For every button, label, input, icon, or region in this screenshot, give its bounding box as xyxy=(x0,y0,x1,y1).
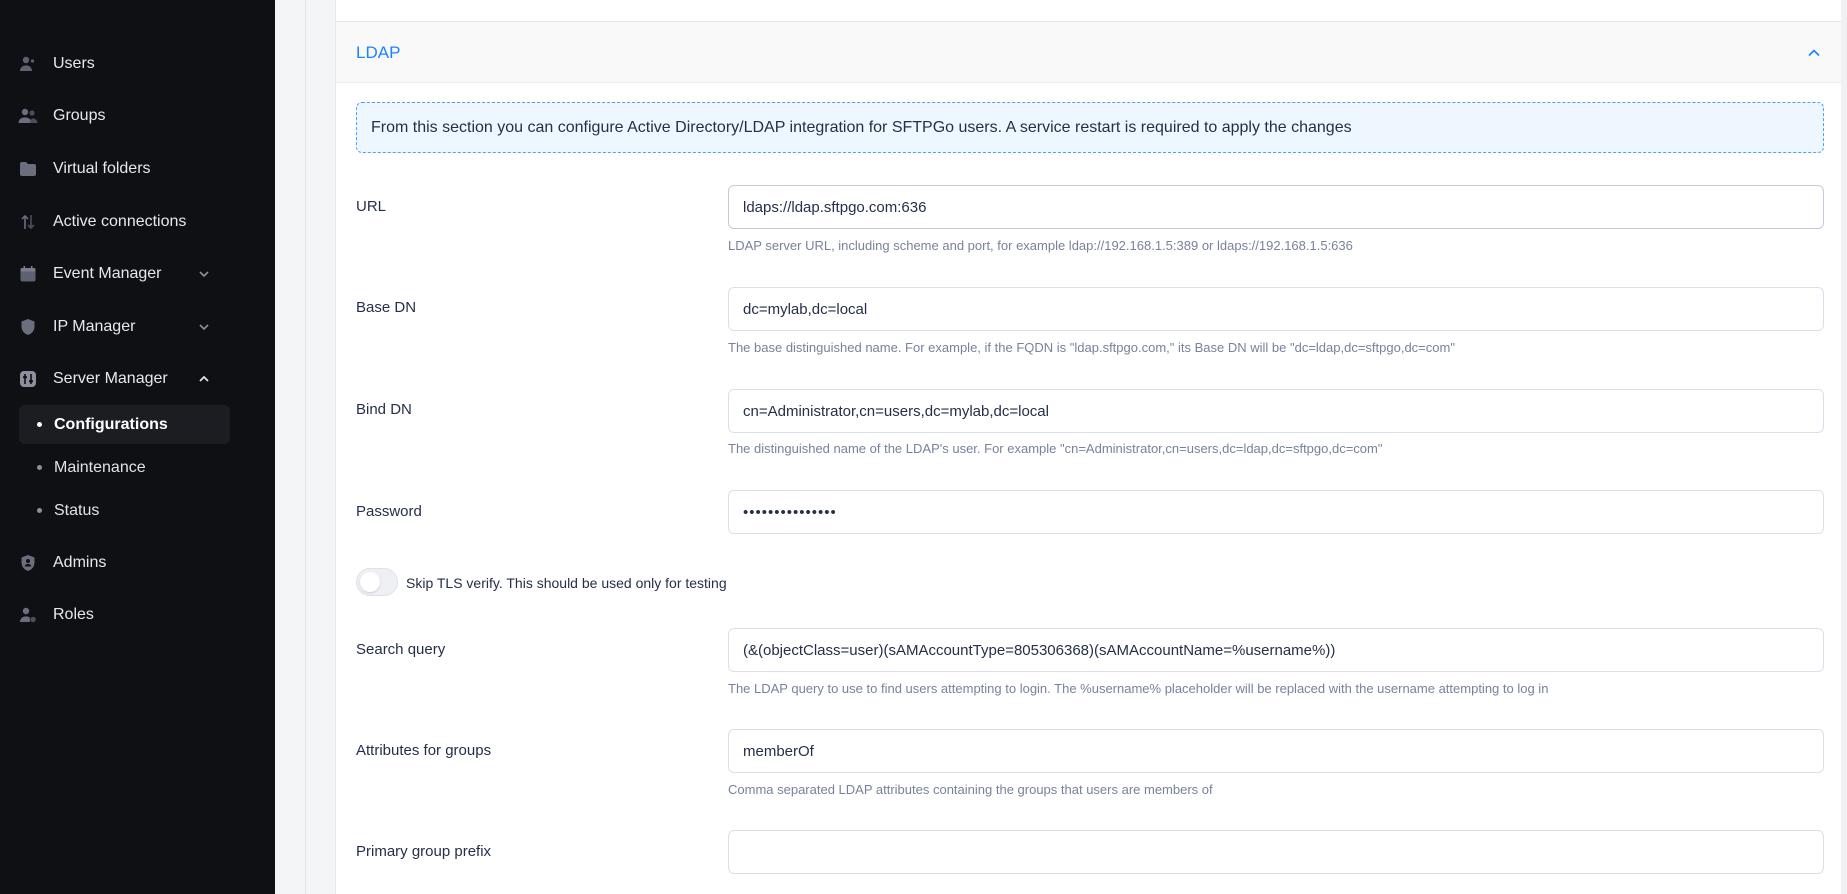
sidebar-item-label: IP Manager xyxy=(53,318,136,335)
skip-tls-label: Skip TLS verify. This should be used onl… xyxy=(406,575,727,591)
sidebar-item-active-connections[interactable]: Active connections xyxy=(18,202,228,242)
sidebar-item-label: Admins xyxy=(53,554,107,571)
chevron-up-icon xyxy=(199,375,209,382)
sidebar-item-users[interactable]: Users xyxy=(18,44,228,84)
search-query-hint: The LDAP query to use to find users atte… xyxy=(728,681,1549,696)
sidebar-item-groups[interactable]: Groups xyxy=(18,96,228,136)
sidebar-item-label: Server Manager xyxy=(53,370,168,387)
folder-icon xyxy=(18,159,38,179)
search-query-input[interactable] xyxy=(728,628,1824,672)
password-input[interactable] xyxy=(728,490,1824,534)
sliders-icon xyxy=(18,369,38,389)
sidebar-item-server-manager[interactable]: Server Manager xyxy=(18,359,228,399)
bullet-icon xyxy=(37,422,42,427)
sidebar-item-label: Virtual folders xyxy=(53,160,151,177)
section-title: LDAP xyxy=(356,43,401,62)
group-attributes-input[interactable] xyxy=(728,729,1824,773)
sidebar-item-label: Roles xyxy=(53,606,94,623)
sidebar-subitem-label: Maintenance xyxy=(54,458,146,476)
shield-user-icon xyxy=(18,553,38,573)
config-card: LDAP From this section you can configure… xyxy=(335,0,1847,894)
bullet-icon xyxy=(37,508,42,513)
sidebar-item-roles[interactable]: Roles xyxy=(18,595,228,635)
info-alert: From this section you can configure Acti… xyxy=(356,102,1824,153)
base-dn-hint: The base distinguished name. For example… xyxy=(728,340,1455,355)
scrollbar-track[interactable] xyxy=(1841,0,1847,894)
base-dn-label: Base DN xyxy=(356,299,417,316)
url-label: URL xyxy=(356,198,387,215)
sidebar-subitem-configurations[interactable]: Configurations xyxy=(19,405,230,444)
sidebar-subitem-label: Configurations xyxy=(54,415,168,433)
primary-group-prefix-input[interactable] xyxy=(728,830,1824,874)
group-attributes-label: Attributes for groups xyxy=(356,742,492,759)
ldap-section-header[interactable]: LDAP xyxy=(336,22,1847,83)
previous-section-edge xyxy=(336,0,1847,22)
shield-icon xyxy=(18,317,38,337)
content-border xyxy=(305,0,306,894)
url-hint: LDAP server URL, including scheme and po… xyxy=(728,238,1353,253)
sidebar-item-label: Users xyxy=(53,55,95,72)
sidebar-subitem-status[interactable]: Status xyxy=(19,491,230,530)
group-attributes-hint: Comma separated LDAP attributes containi… xyxy=(728,782,1213,797)
skip-tls-toggle[interactable] xyxy=(356,568,398,596)
bullet-icon xyxy=(37,465,42,470)
primary-group-prefix-label: Primary group prefix xyxy=(356,843,492,860)
sidebar-item-label: Event Manager xyxy=(53,265,162,282)
sidebar-item-ip-manager[interactable]: IP Manager xyxy=(18,307,228,347)
info-text: From this section you can configure Acti… xyxy=(371,118,1352,136)
group-icon xyxy=(18,106,38,126)
calendar-icon xyxy=(18,264,38,284)
sidebar-item-event-manager[interactable]: Event Manager xyxy=(18,254,228,294)
base-dn-input[interactable] xyxy=(728,287,1824,331)
sidebar-item-virtual-folders[interactable]: Virtual folders xyxy=(18,149,228,189)
chevron-down-icon xyxy=(199,271,209,278)
sidebar-subitem-label: Status xyxy=(54,501,100,519)
url-input[interactable] xyxy=(728,185,1824,229)
sidebar-item-admins[interactable]: Admins xyxy=(18,543,228,583)
chevron-down-icon xyxy=(199,324,209,331)
bind-dn-hint: The distinguished name of the LDAP's use… xyxy=(728,441,1383,456)
bind-dn-label: Bind DN xyxy=(356,401,412,418)
bind-dn-input[interactable] xyxy=(728,389,1824,433)
chevron-up-icon[interactable] xyxy=(1806,45,1822,61)
arrows-icon xyxy=(18,212,38,232)
sidebar: Users Groups Virtual folders Active conn… xyxy=(0,0,275,894)
toggle-knob xyxy=(360,572,380,592)
password-label: Password xyxy=(356,503,422,520)
user-tag-icon xyxy=(18,605,38,625)
search-query-label: Search query xyxy=(356,641,446,658)
sidebar-item-label: Active connections xyxy=(53,213,187,230)
sidebar-item-label: Groups xyxy=(53,107,106,124)
sidebar-subitem-maintenance[interactable]: Maintenance xyxy=(19,448,230,487)
user-icon xyxy=(18,54,38,74)
